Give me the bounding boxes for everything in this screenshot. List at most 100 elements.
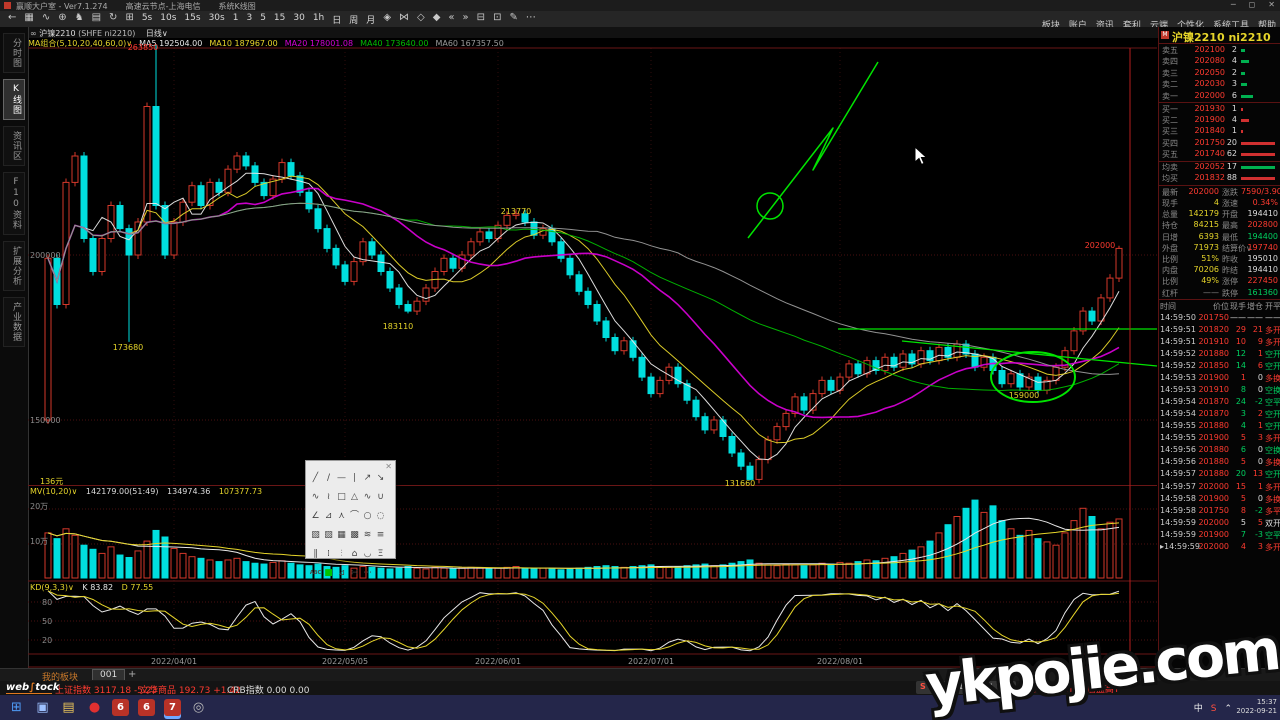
- draw-tool-icon[interactable]: ⌒: [348, 510, 361, 523]
- draw-tool-icon[interactable]: ∿: [309, 491, 322, 504]
- svg-text:263850: 263850: [128, 43, 159, 52]
- tick-open-close-flag: 多换: [1265, 373, 1280, 384]
- draw-tool-icon[interactable]: ▩: [348, 529, 361, 542]
- draw-tool-icon[interactable]: ⋏: [335, 510, 348, 523]
- draw-tool-icon[interactable]: ╱: [309, 472, 322, 485]
- tray-icon-1[interactable]: S: [1211, 704, 1217, 714]
- taskbar-icon-folder[interactable]: ▤: [60, 699, 77, 716]
- draw-tool-icon[interactable]: ▧: [309, 529, 322, 542]
- taskbar-icon-wh6-b[interactable]: 6: [138, 699, 155, 716]
- mv-label[interactable]: MV(10,20)∨: [30, 487, 77, 496]
- tick-time: 14:59:50: [1160, 313, 1198, 322]
- draw-tool-icon[interactable]: ≡: [374, 529, 387, 542]
- tick-row: 14:59:5620188060空换: [1159, 445, 1280, 457]
- tick-row: 14:59:50201750——————: [1159, 313, 1280, 325]
- clock-date: 2022-09-21: [1236, 707, 1277, 716]
- clock-time: 15:37: [1236, 698, 1277, 707]
- tick-lots: 8: [1229, 385, 1246, 394]
- draw-tool-icon[interactable]: ⋯: [361, 567, 374, 580]
- draw-tool-icon[interactable]: ◡: [361, 548, 374, 561]
- taskbar-icon-wh7[interactable]: 7: [164, 699, 181, 716]
- tick-time: 14:59:52: [1160, 361, 1198, 370]
- tab-001[interactable]: 001: [92, 669, 125, 680]
- orderbook-depth-bar: [1241, 83, 1247, 86]
- draw-tool-icon[interactable]: ∕: [322, 472, 335, 485]
- taskbar-icon-start[interactable]: ⊞: [8, 699, 25, 716]
- draw-tool-icon[interactable]: ≋: [361, 529, 374, 542]
- tick-open-close-flag: 多开: [1265, 337, 1280, 348]
- draw-tool-icon[interactable]: —: [335, 472, 348, 485]
- tray-icon-0[interactable]: 中: [1194, 704, 1203, 714]
- tick-row: ▸14:59:5920200043多开: [1159, 542, 1280, 554]
- draw-tool-icon[interactable]: ↘: [374, 472, 387, 485]
- tick-price: 202000: [1197, 482, 1229, 491]
- stat-label: 日增: [1162, 232, 1178, 243]
- draw-tool-icon[interactable]: Ξ: [374, 548, 387, 561]
- orderbook-depth-bar: [1241, 153, 1275, 156]
- draw-tool-icon[interactable]: ◌: [374, 510, 387, 523]
- svg-text:173680: 173680: [113, 343, 144, 352]
- stat-value: 70206: [1177, 265, 1219, 274]
- draw-tool-icon[interactable]: ▦: [335, 529, 348, 542]
- mouse-cursor: [914, 146, 928, 166]
- tick-oi-change: 21: [1246, 325, 1263, 334]
- draw-tool-icon[interactable]: ○: [361, 510, 374, 523]
- draw-tool-icon[interactable]: ⊿: [322, 510, 335, 523]
- taskbar-glyph: ▣: [34, 699, 51, 716]
- draw-tool-icon[interactable]: ≀: [322, 491, 335, 504]
- tick-row: 14:59:5520188041空开: [1159, 421, 1280, 433]
- draw-tool-icon[interactable]: ABC: [309, 567, 322, 580]
- orderbook-level-label: 买四: [1162, 138, 1178, 149]
- kd-d-value: D 77.55: [122, 583, 154, 592]
- tick-price: 201870: [1197, 397, 1229, 406]
- draw-tool-icon[interactable]: △: [348, 491, 361, 504]
- system-tray[interactable]: 中S ⌃: [1186, 701, 1232, 714]
- add-tab-button[interactable]: +: [128, 669, 136, 680]
- tick-lots: ——: [1229, 313, 1246, 322]
- drawing-toolbar-panel: ✕ ╱∕—∣↗↘∿≀□△∿∪∠⊿⋏⌒○◌▧▨▦▩≋≡∥⁞⫶⌂◡ΞABC■⊿∺⋯: [305, 460, 396, 559]
- tick-open-close-flag: 空换: [1265, 385, 1280, 396]
- orderbook-depth-bar: [1241, 72, 1245, 75]
- draw-tool-icon[interactable]: ⌂: [348, 548, 361, 561]
- stat-row: 比例51%昨收195010: [1159, 254, 1280, 265]
- orderbook-depth-bar: [1241, 119, 1249, 122]
- taskbar-icon-browser[interactable]: ●: [86, 699, 103, 716]
- tick-header-cell: 增仓: [1246, 301, 1263, 312]
- draw-tool-icon[interactable]: ⁞: [322, 548, 335, 561]
- stat-label: 最新: [1162, 187, 1178, 198]
- tick-time: 14:59:59: [1160, 530, 1198, 539]
- taskbar-icon-wh6-a[interactable]: 6: [112, 699, 129, 716]
- tick-price: 202000: [1197, 542, 1229, 551]
- tick-row: 14:59:57202000151多开: [1159, 482, 1280, 494]
- candlestick-chart[interactable]: 20000015000020万10万8050202022/04/012022/0…: [0, 0, 1280, 720]
- taskbar-icon-obs[interactable]: ◎: [190, 699, 207, 716]
- tray-icon-2[interactable]: ⌃: [1224, 704, 1232, 714]
- taskbar-icon-task-view[interactable]: ▣: [34, 699, 51, 716]
- svg-text:10万: 10万: [30, 537, 48, 546]
- stat-label: 比例: [1162, 254, 1178, 265]
- draw-tool-icon[interactable]: ∿: [361, 491, 374, 504]
- draw-tool-icon[interactable]: ⊿: [335, 567, 348, 580]
- draw-tool-icon[interactable]: ⫶: [335, 548, 348, 561]
- draw-tool-icon[interactable]: ■: [322, 567, 335, 580]
- draw-tool-icon[interactable]: [374, 567, 387, 580]
- tick-lots: 3: [1229, 409, 1246, 418]
- draw-tool-icon[interactable]: ∠: [309, 510, 322, 523]
- tick-lots: 24: [1229, 397, 1246, 406]
- draw-tool-icon[interactable]: ∣: [348, 472, 361, 485]
- stat-label: 总量: [1162, 209, 1178, 220]
- close-icon[interactable]: ✕: [385, 462, 392, 471]
- stat-value: 4: [1177, 198, 1219, 207]
- orderbook-level-label: 买一: [1162, 104, 1178, 115]
- kd-label[interactable]: KD(9,3,3)∨: [30, 583, 74, 592]
- draw-tool-icon[interactable]: ▨: [322, 529, 335, 542]
- draw-tool-icon[interactable]: ∺: [348, 567, 361, 580]
- average-label: 均买: [1162, 173, 1178, 184]
- draw-tool-icon[interactable]: ↗: [361, 472, 374, 485]
- tick-row: 14:59:582017508-2多平: [1159, 506, 1280, 518]
- draw-tool-icon[interactable]: ∪: [374, 491, 387, 504]
- taskbar-clock[interactable]: 15:37 2022-09-21: [1236, 698, 1277, 716]
- draw-tool-icon[interactable]: ∥: [309, 548, 322, 561]
- draw-tool-icon[interactable]: □: [335, 491, 348, 504]
- tick-time: 14:59:56: [1160, 445, 1198, 454]
